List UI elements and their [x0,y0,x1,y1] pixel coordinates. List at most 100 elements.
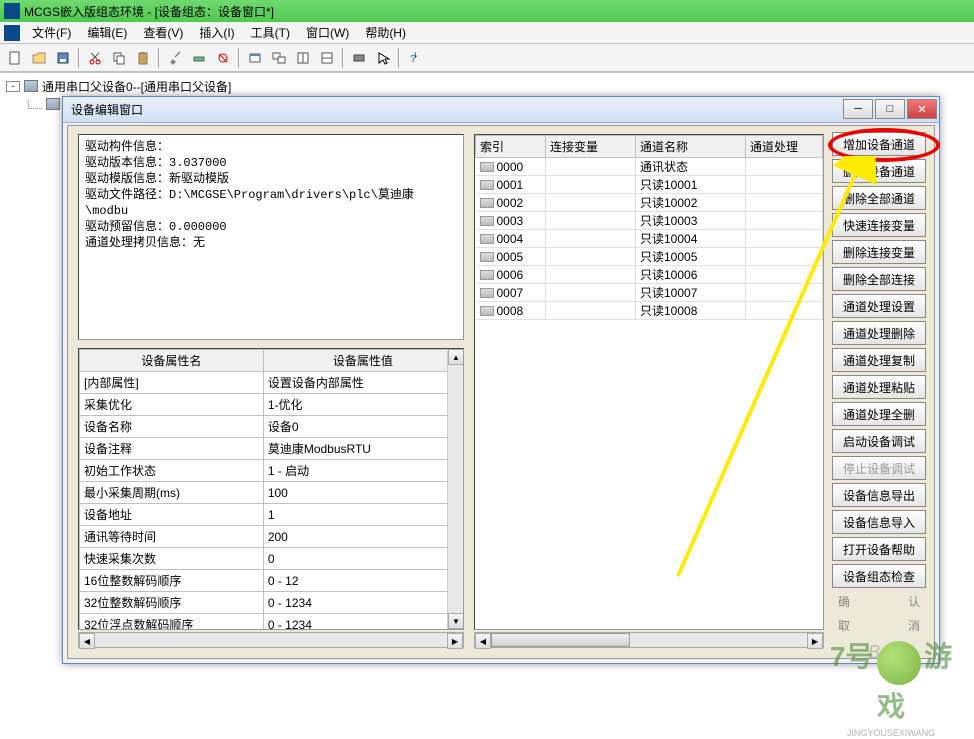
chan-header-name[interactable]: 通道名称 [636,136,746,158]
info-line: 驱动构件信息： [85,139,457,155]
add-channel-button[interactable]: 增加设备通道 [832,132,926,156]
tree-root-row[interactable]: - 通用串口父设备0--[通用串口父设备] [6,77,968,95]
prop-row[interactable]: [内部属性]设置设备内部属性 [80,372,463,394]
prop-hscrollbar[interactable]: ◀ ▶ [78,632,464,648]
prop-row[interactable]: 采集优化1-优化 [80,394,463,416]
tb-cut[interactable] [84,47,106,69]
proc-paste-button[interactable]: 通道处理粘贴 [832,375,926,399]
dialog-body: 驱动构件信息： 驱动版本信息：3.037000 驱动模版信息：新驱动模版 驱动文… [67,125,935,659]
info-line: 驱动模版信息：新驱动模版 [85,171,457,187]
device-icon [46,98,60,110]
tb-run[interactable] [348,47,370,69]
menu-tools[interactable]: 工具(T) [243,22,298,43]
channel-icon [480,198,494,208]
tb-copy[interactable] [108,47,130,69]
dialog-titlebar[interactable]: 设备编辑窗口 ─ □ ✕ [63,97,939,123]
scroll-right-icon[interactable]: ▶ [807,633,823,649]
toolbar: ? [0,44,974,72]
proc-del-button[interactable]: 通道处理删除 [832,321,926,345]
channel-row[interactable]: 0002只读10002 [476,194,823,212]
tb-open[interactable] [28,47,50,69]
info-export-button[interactable]: 设备信息导出 [832,483,926,507]
prop-row[interactable]: 初始工作状态1 - 启动 [80,460,463,482]
tb-window4[interactable] [316,47,338,69]
menu-insert[interactable]: 插入(I) [191,22,242,43]
scroll-down-icon[interactable]: ▼ [448,613,464,629]
prop-row[interactable]: 32位浮点数解码顺序0 - 1234 [80,614,463,631]
app-titlebar: MCGS嵌入版组态环境 - [设备组态：设备窗口*] [0,0,974,22]
open-help-button[interactable]: 打开设备帮助 [832,537,926,561]
scroll-left-icon[interactable]: ◀ [475,633,491,649]
channel-row[interactable]: 0001只读10001 [476,176,823,194]
channel-row[interactable]: 0004只读10004 [476,230,823,248]
stop-debug-button[interactable]: 停止设备调试 [832,456,926,480]
del-link-button[interactable]: 删除连接变量 [832,240,926,264]
tb-paste[interactable] [132,47,154,69]
driver-info-box: 驱动构件信息： 驱动版本信息：3.037000 驱动模版信息：新驱动模版 驱动文… [78,134,464,340]
tb-arrow[interactable] [372,47,394,69]
tree-collapse-icon[interactable]: - [6,81,20,92]
prop-row[interactable]: 通讯等待时间200 [80,526,463,548]
scroll-right-icon[interactable]: ▶ [447,633,463,649]
tb-window2[interactable] [268,47,290,69]
channel-row[interactable]: 0006只读10006 [476,266,823,284]
info-import-button[interactable]: 设备信息导入 [832,510,926,534]
prop-vscrollbar[interactable]: ▲ ▼ [447,349,463,629]
channel-row[interactable]: 0003只读10003 [476,212,823,230]
cancel-button[interactable]: 取消 [832,615,926,636]
proc-copy-button[interactable]: 通道处理复制 [832,348,926,372]
proc-set-button[interactable]: 通道处理设置 [832,294,926,318]
channel-row[interactable]: 0007只读10007 [476,284,823,302]
prop-row[interactable]: 设备注释莫迪康ModbusRTU [80,438,463,460]
tb-tool2[interactable] [188,47,210,69]
scroll-left-icon[interactable]: ◀ [79,633,95,649]
del-all-channel-button[interactable]: 删除全部通道 [832,186,926,210]
tb-window1[interactable] [244,47,266,69]
channel-row[interactable]: 0000通讯状态 [476,158,823,176]
quick-link-button[interactable]: 快速连接变量 [832,213,926,237]
menubar-icon [4,25,20,41]
tb-help[interactable]: ? [404,47,426,69]
start-debug-button[interactable]: 启动设备调试 [832,429,926,453]
prop-row[interactable]: 设备名称设备0 [80,416,463,438]
channel-row[interactable]: 0008只读10008 [476,302,823,320]
prop-row[interactable]: 32位整数解码顺序0 - 1234 [80,592,463,614]
action-button-panel: 增加设备通道 删除设备通道 删除全部通道 快速连接变量 删除连接变量 删除全部连… [832,132,926,636]
dialog-maximize[interactable]: □ [875,99,905,119]
chan-header-var[interactable]: 连接变量 [546,136,636,158]
prop-header-value[interactable]: 设备属性值 [263,350,462,372]
tree-root-label: 通用串口父设备0--[通用串口父设备] [42,78,231,95]
channel-icon [480,180,494,190]
menu-window[interactable]: 窗口(W) [298,22,357,43]
dialog-minimize[interactable]: ─ [843,99,873,119]
tb-tool3[interactable] [212,47,234,69]
tb-tool1[interactable] [164,47,186,69]
check-button[interactable]: 设备组态检查 [832,564,926,588]
menu-help[interactable]: 帮助(H) [357,22,414,43]
scroll-up-icon[interactable]: ▲ [448,349,464,365]
proc-del-all-button[interactable]: 通道处理全删 [832,402,926,426]
chan-hscrollbar[interactable]: ◀ ▶ [474,632,824,648]
del-channel-button[interactable]: 删除设备通道 [832,159,926,183]
menu-view[interactable]: 查看(V) [135,22,191,43]
prop-row[interactable]: 设备地址1 [80,504,463,526]
menu-edit[interactable]: 编辑(E) [79,22,135,43]
dialog-close[interactable]: ✕ [907,99,937,119]
prop-header-name[interactable]: 设备属性名 [80,350,264,372]
prop-row[interactable]: 16位整数解码顺序0 - 12 [80,570,463,592]
channel-row[interactable]: 0005只读10005 [476,248,823,266]
scroll-thumb[interactable] [491,633,630,647]
tb-window3[interactable] [292,47,314,69]
chan-header-proc[interactable]: 通道处理 [746,136,823,158]
device-icon [24,80,38,92]
channel-icon [480,234,494,244]
prop-row[interactable]: 最小采集周期(ms)100 [80,482,463,504]
prop-row[interactable]: 快速采集次数0 [80,548,463,570]
del-all-link-button[interactable]: 删除全部连接 [832,267,926,291]
app-title: MCGS嵌入版组态环境 - [设备组态：设备窗口*] [24,3,274,20]
ok-button[interactable]: 确认 [832,591,926,612]
menu-file[interactable]: 文件(F) [24,22,79,43]
tb-new[interactable] [4,47,26,69]
tb-save[interactable] [52,47,74,69]
chan-header-idx[interactable]: 索引 [476,136,546,158]
